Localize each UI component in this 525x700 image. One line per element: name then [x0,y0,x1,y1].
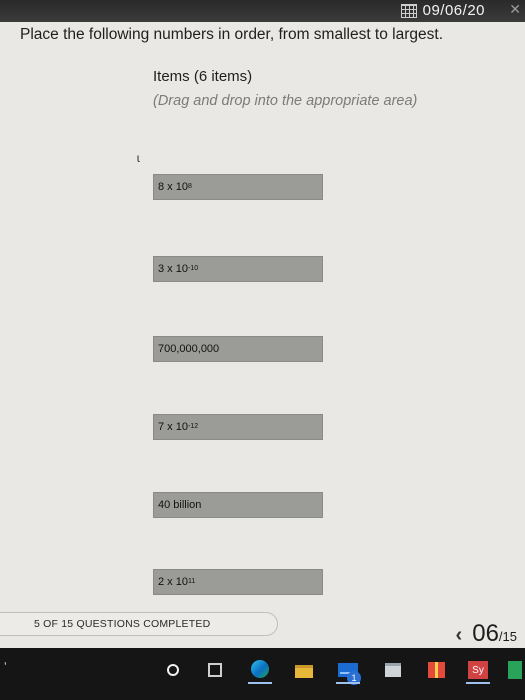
taskbar-edge-mark: ʼ [4,660,7,674]
sy-app-icon[interactable]: Sy [468,660,488,680]
draggable-item-4[interactable]: 7 x 10 -12 [153,414,323,440]
question-pager: ‹ 06 /15 [456,620,517,648]
item-base: 700,000,000 [158,343,220,355]
item-base: 7 x 10 [158,421,188,433]
progress-label: 5 OF 15 QUESTIONS COMPLETED [34,618,211,630]
draggable-item-3[interactable]: 700,000,000 [153,336,323,362]
cortana-icon[interactable] [163,660,183,680]
item-exponent: 8 [187,182,192,190]
items-subtitle: (Drag and drop into the appropriate area… [153,93,418,109]
item-exponent: 11 [187,577,196,585]
calendar-icon [400,3,417,18]
items-title: Items (6 items) [153,68,253,85]
item-base: 2 x 10 [158,576,188,588]
page-total: /15 [498,629,517,644]
item-base: 3 x 10 [158,263,188,275]
item-base: 8 x 10 [158,181,188,193]
item-exponent: -10 [187,264,199,272]
active-indicator [466,682,490,684]
item-base: 40 billion [158,499,202,511]
date-display: 09/06/20 [400,2,485,19]
progress-indicator: 5 OF 15 QUESTIONS COMPLETED [0,612,278,636]
task-view-icon[interactable] [205,660,225,680]
draggable-item-1[interactable]: 8 x 10 8 [153,174,323,200]
close-icon[interactable]: ✕ [509,1,521,18]
draggable-item-5[interactable]: 40 billion [153,492,323,518]
active-indicator [336,682,360,684]
edge-icon[interactable] [250,659,270,679]
page-current: 06 [472,620,499,647]
item-exponent: -12 [187,422,199,430]
green-app-icon[interactable] [505,660,525,680]
sy-label: Sy [468,661,488,679]
date-text: 09/06/20 [422,2,485,19]
draggable-item-2[interactable]: 3 x 10 -10 [153,256,323,282]
cursor-mark: ɩ [137,151,140,165]
chevron-left-icon[interactable]: ‹ [456,625,463,645]
top-status-bar: 09/06/20 ✕ [0,0,525,22]
store-icon[interactable] [383,660,403,680]
gift-app-icon[interactable] [426,660,446,680]
file-explorer-icon[interactable] [294,661,314,681]
active-indicator [248,682,272,684]
question-instruction: Place the following numbers in order, fr… [20,26,443,43]
draggable-item-6[interactable]: 2 x 10 11 [153,569,323,595]
